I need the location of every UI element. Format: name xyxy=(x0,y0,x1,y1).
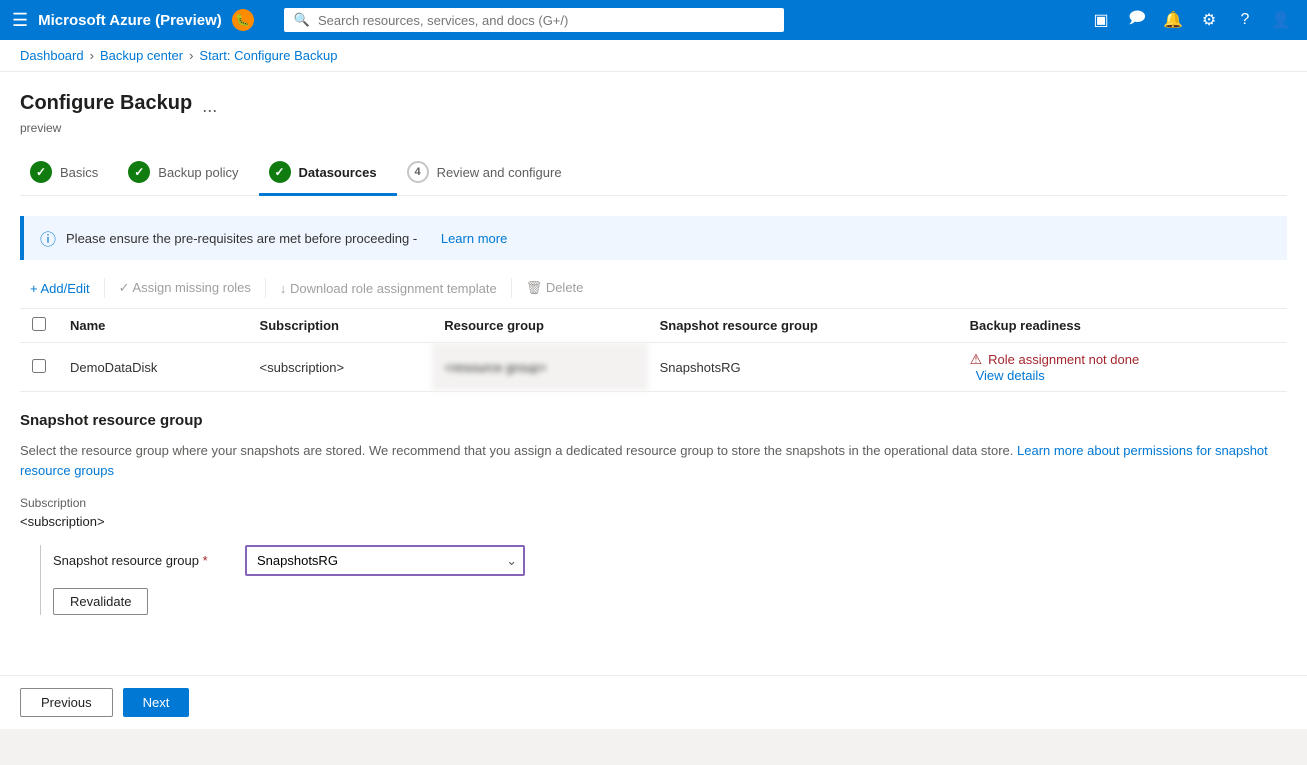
step-circle-3: ✓ xyxy=(269,161,291,183)
row-backup-readiness: ⚠ Role assignment not done View details xyxy=(958,343,1287,392)
search-box[interactable]: 🔍 xyxy=(284,8,784,32)
breadcrumb-sep1: › xyxy=(90,48,94,63)
info-icon: ⓘ xyxy=(40,226,56,250)
resource-group-label: Snapshot resource group * xyxy=(53,553,233,568)
terminal-icon[interactable]: ▣ xyxy=(1087,6,1115,34)
topbar-actions: ▣ 🗩 🔔 ⚙ ? 👤 xyxy=(1087,6,1295,34)
resource-group-row: Snapshot resource group * SnapshotsRG ⌄ xyxy=(53,545,1287,576)
topbar: ☰ Microsoft Azure (Preview) 🐛 🔍 ▣ 🗩 🔔 ⚙ … xyxy=(0,0,1307,40)
col-header-name: Name xyxy=(58,309,248,343)
subscription-tree: Subscription <subscription> Snapshot res… xyxy=(20,496,1287,615)
previous-button[interactable]: Previous xyxy=(20,688,113,717)
snapshot-section-desc: Select the resource group where your sna… xyxy=(20,441,1287,480)
page-title: Configure Backup xyxy=(20,92,192,115)
row-name: DemoDataDisk xyxy=(58,343,248,392)
subscription-row: Subscription <subscription> xyxy=(20,496,1287,541)
revalidate-button[interactable]: Revalidate xyxy=(53,588,148,615)
profile-icon[interactable]: 👤 xyxy=(1267,6,1295,34)
wizard-step-backup-policy[interactable]: ✓ Backup policy xyxy=(118,151,258,196)
step-label-4: Review and configure xyxy=(437,165,562,180)
breadcrumb-dashboard[interactable]: Dashboard xyxy=(20,48,84,63)
snapshot-rg-select[interactable]: SnapshotsRG xyxy=(245,545,525,576)
col-header-resource-group: Resource group xyxy=(432,309,647,343)
table-body: DemoDataDisk <subscription> <resource gr… xyxy=(20,343,1287,392)
step-label-3: Datasources xyxy=(299,165,377,180)
row-snapshot-rg: SnapshotsRG xyxy=(648,343,958,392)
add-edit-button[interactable]: + Add/Edit xyxy=(20,277,100,300)
feedback-icon[interactable]: 🗩 xyxy=(1123,6,1151,34)
table-toolbar: + Add/Edit ✓ Assign missing roles ↓ Down… xyxy=(20,276,1287,309)
page-header: Configure Backup ... xyxy=(20,92,1287,117)
role-error-badge: ⚠ Role assignment not done xyxy=(970,351,1275,368)
settings-icon[interactable]: ⚙ xyxy=(1195,6,1223,34)
error-icon: ⚠ xyxy=(970,351,983,368)
app-title: Microsoft Azure (Preview) xyxy=(38,12,222,29)
snapshot-section-title: Snapshot resource group xyxy=(20,412,1287,429)
row-checkbox[interactable] xyxy=(32,359,46,373)
info-banner: ⓘ Please ensure the pre-requisites are m… xyxy=(20,216,1287,260)
col-header-backup-readiness: Backup readiness xyxy=(958,309,1287,343)
wizard-step-basics[interactable]: ✓ Basics xyxy=(20,151,118,196)
required-indicator: * xyxy=(203,553,208,568)
revalidate-row: Revalidate xyxy=(53,588,1287,615)
snapshot-rg-select-wrapper: SnapshotsRG ⌄ xyxy=(245,545,525,576)
step-circle-1: ✓ xyxy=(30,161,52,183)
select-all-checkbox[interactable] xyxy=(32,317,46,331)
notification-icon[interactable]: 🔔 xyxy=(1159,6,1187,34)
main-content: Configure Backup ... preview ✓ Basics ✓ … xyxy=(0,72,1307,711)
table-header: Name Subscription Resource group Snapsho… xyxy=(20,309,1287,343)
table-row: DemoDataDisk <subscription> <resource gr… xyxy=(20,343,1287,392)
snapshot-rg-section: Snapshot resource group Select the resou… xyxy=(20,412,1287,615)
step-label-2: Backup policy xyxy=(158,165,238,180)
wizard-steps: ✓ Basics ✓ Backup policy ✓ Datasources 4… xyxy=(20,151,1287,196)
learn-more-link[interactable]: Learn more xyxy=(441,231,507,246)
tree-line: Snapshot resource group * SnapshotsRG ⌄ … xyxy=(40,545,1287,615)
toolbar-divider-3 xyxy=(511,278,512,298)
download-template-button[interactable]: ↓ Download role assignment template xyxy=(270,277,507,300)
search-icon: 🔍 xyxy=(294,12,310,28)
role-error-text: Role assignment not done xyxy=(988,352,1139,367)
bottom-bar: Previous Next xyxy=(0,675,1307,729)
row-resource-group: <resource group> xyxy=(432,343,647,392)
more-options-button[interactable]: ... xyxy=(202,96,217,117)
breadcrumb-configure[interactable]: Start: Configure Backup xyxy=(199,48,337,63)
breadcrumb: Dashboard › Backup center › Start: Confi… xyxy=(0,40,1307,72)
assign-roles-button[interactable]: ✓ Assign missing roles xyxy=(109,276,261,300)
wizard-step-review[interactable]: 4 Review and configure xyxy=(397,151,582,196)
view-details-link[interactable]: View details xyxy=(976,368,1045,383)
wizard-step-datasources[interactable]: ✓ Datasources xyxy=(259,151,397,196)
next-button[interactable]: Next xyxy=(123,688,190,717)
bug-icon[interactable]: 🐛 xyxy=(232,9,254,31)
step-circle-2: ✓ xyxy=(128,161,150,183)
col-header-snapshot-rg: Snapshot resource group xyxy=(648,309,958,343)
page-preview-label: preview xyxy=(20,121,1287,135)
subscription-value: <subscription> xyxy=(20,514,1287,529)
toolbar-divider-1 xyxy=(104,278,105,298)
search-input[interactable] xyxy=(318,13,774,28)
step-label-1: Basics xyxy=(60,165,98,180)
col-header-subscription: Subscription xyxy=(248,309,433,343)
datasources-table: Name Subscription Resource group Snapsho… xyxy=(20,309,1287,392)
row-checkbox-cell xyxy=(20,343,58,392)
subscription-label: Subscription xyxy=(20,496,1287,510)
delete-button[interactable]: 🗑 Delete xyxy=(516,276,594,300)
toolbar-divider-2 xyxy=(265,278,266,298)
info-banner-text: Please ensure the pre-requisites are met… xyxy=(66,231,417,246)
header-checkbox-cell xyxy=(20,309,58,343)
hamburger-icon[interactable]: ☰ xyxy=(12,10,28,31)
help-icon[interactable]: ? xyxy=(1231,6,1259,34)
step-circle-4: 4 xyxy=(407,161,429,183)
breadcrumb-backup-center[interactable]: Backup center xyxy=(100,48,183,63)
row-subscription: <subscription> xyxy=(248,343,433,392)
breadcrumb-sep2: › xyxy=(189,48,193,63)
